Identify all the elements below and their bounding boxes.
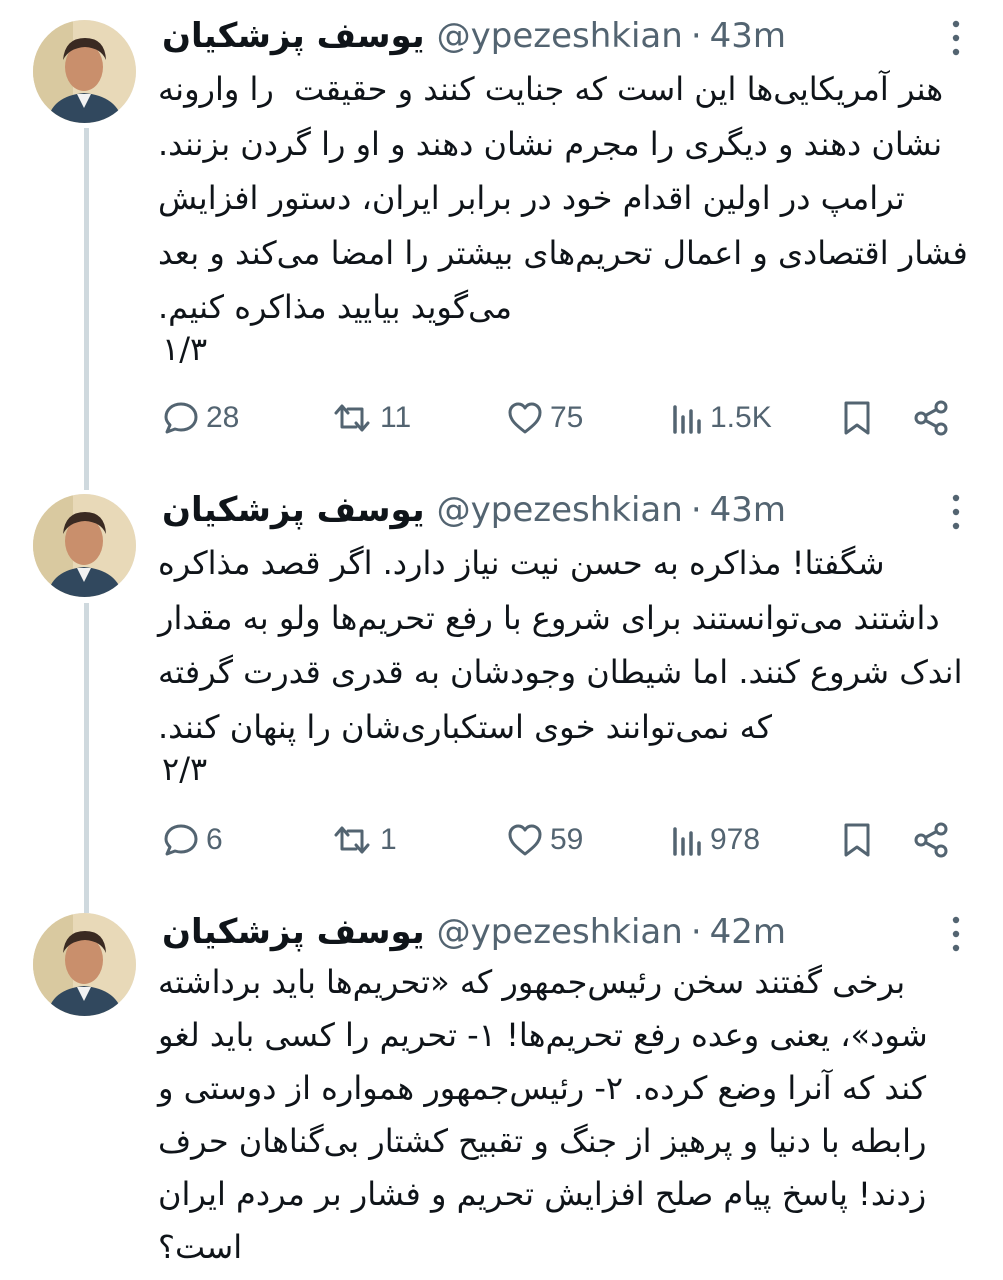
retweet-button[interactable]: 11 xyxy=(330,393,411,443)
views-button[interactable]: 978 xyxy=(670,815,760,865)
action-bar: 28 11 75 1.5K xyxy=(162,393,963,443)
timestamp[interactable]: 43m xyxy=(710,490,786,530)
tweet-text: شگفتا! مذاکره به حسن نیت نیاز دارد. اگر … xyxy=(147,544,963,746)
views-button[interactable]: 1.5K xyxy=(670,393,772,443)
like-count: 59 xyxy=(550,823,584,856)
share-button[interactable] xyxy=(912,815,950,865)
display-name[interactable]: یوسف پزشکیان xyxy=(162,16,425,56)
more-options-icon[interactable] xyxy=(951,914,961,954)
action-bar: 6 1 59 978 xyxy=(162,815,963,865)
avatar[interactable] xyxy=(33,494,136,597)
reply-button[interactable]: 28 xyxy=(162,393,239,443)
tweet[interactable]: یوسف پزشکیان @ypezeshkian · 43m هنر آمری… xyxy=(0,0,1003,470)
tweet-text: هنر آمریکایی‌ها این است که جنایت کنند و … xyxy=(147,70,968,326)
tweet[interactable]: یوسف پزشکیان @ypezeshkian · 42m برخی گفت… xyxy=(0,894,1003,1280)
share-icon xyxy=(914,822,948,858)
views-count: 1.5K xyxy=(710,401,772,434)
user-handle[interactable]: @ypezeshkian xyxy=(437,16,683,56)
separator-dot: · xyxy=(690,912,702,952)
avatar[interactable] xyxy=(33,20,136,123)
timestamp[interactable]: 42m xyxy=(710,912,786,952)
tweet[interactable]: یوسف پزشکیان @ypezeshkian · 43m شگفتا! م… xyxy=(0,472,1003,892)
like-button[interactable]: 75 xyxy=(506,393,583,443)
bar-chart-icon xyxy=(673,405,701,434)
reply-button[interactable]: 6 xyxy=(162,815,223,865)
more-options-icon[interactable] xyxy=(951,18,961,58)
speech-bubble-icon xyxy=(164,824,198,856)
bar-chart-icon xyxy=(673,827,701,856)
thread-counter: ۱/۳ xyxy=(162,330,208,368)
tweet-header: یوسف پزشکیان @ypezeshkian · 43m xyxy=(162,486,943,534)
share-button[interactable] xyxy=(912,393,950,443)
avatar[interactable] xyxy=(33,913,136,1016)
retweet-arrows-icon xyxy=(334,826,370,854)
separator-dot: · xyxy=(690,490,702,530)
views-count: 978 xyxy=(710,823,761,856)
retweet-arrows-icon xyxy=(334,404,370,432)
tweet-text: برخی گفتند سخن رئیس‌جمهور که «تحریم‌ها ب… xyxy=(147,963,928,1266)
tweet-header: یوسف پزشکیان @ypezeshkian · 43m xyxy=(162,12,943,60)
display-name[interactable]: یوسف پزشکیان xyxy=(162,912,425,952)
separator-dot: · xyxy=(690,16,702,56)
user-handle[interactable]: @ypezeshkian xyxy=(437,490,683,530)
bookmark-icon xyxy=(844,401,870,435)
user-handle[interactable]: @ypezeshkian xyxy=(437,912,683,952)
speech-bubble-icon xyxy=(164,402,198,434)
like-count: 75 xyxy=(550,401,584,434)
heart-icon xyxy=(508,824,542,856)
more-options-icon[interactable] xyxy=(951,492,961,532)
tweet-header: یوسف پزشکیان @ypezeshkian · 42m xyxy=(162,908,943,956)
bookmark-button[interactable] xyxy=(840,393,874,443)
heart-icon xyxy=(508,402,542,434)
bookmark-icon xyxy=(844,823,870,857)
thread-counter: ۲/۳ xyxy=(162,750,208,788)
bookmark-button[interactable] xyxy=(840,815,874,865)
retweet-count: 11 xyxy=(380,401,412,434)
reply-count: 6 xyxy=(206,823,223,856)
timestamp[interactable]: 43m xyxy=(710,16,786,56)
like-button[interactable]: 59 xyxy=(506,815,583,865)
retweet-count: 1 xyxy=(380,823,397,856)
share-icon xyxy=(914,400,948,436)
display-name[interactable]: یوسف پزشکیان xyxy=(162,490,425,530)
reply-count: 28 xyxy=(206,401,240,434)
retweet-button[interactable]: 1 xyxy=(330,815,397,865)
